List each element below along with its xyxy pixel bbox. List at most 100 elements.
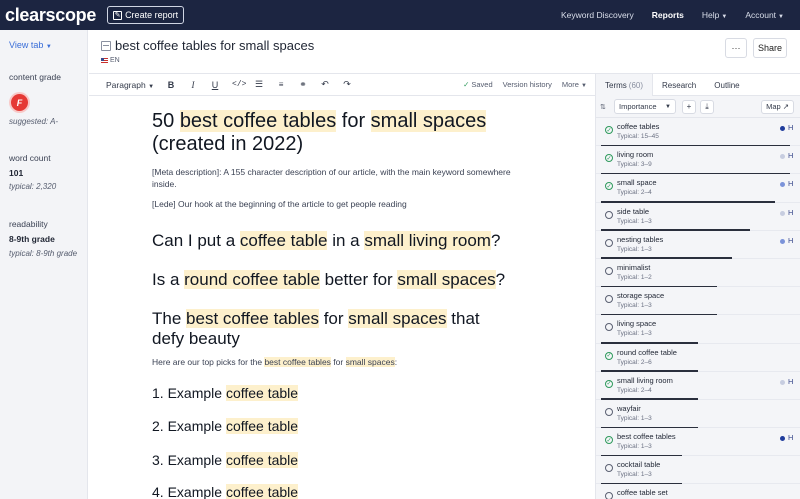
term-row[interactable]: storage space Typical: 1–3 <box>596 287 800 316</box>
term-row[interactable]: living space Typical: 1–3 <box>596 315 800 344</box>
nav-link-reports[interactable]: Reports <box>652 10 684 20</box>
map-label: Map <box>766 102 781 111</box>
chevron-down-icon: ▼ <box>45 44 52 50</box>
term-typical: Typical: 1–2 <box>617 273 652 281</box>
view-tab-toggle[interactable]: View tab ▼ <box>9 40 52 50</box>
empty-circle-icon <box>605 238 613 247</box>
left-sidebar: View tab ▼ content grade F suggested: A-… <box>0 30 88 499</box>
sort-icon[interactable]: ⇅ <box>600 103 610 111</box>
term-row[interactable]: nesting tables Typical: 1–3 H <box>596 231 800 259</box>
paragraph-style-dropdown[interactable]: Paragraph ▼ <box>106 80 154 90</box>
term-row[interactable]: ✓ small space Typical: 2–4 H <box>596 174 800 203</box>
heading-question-2[interactable]: Is a round coffee table better for small… <box>152 270 532 290</box>
term-name: small living room <box>617 375 673 385</box>
importance-dot <box>780 436 785 442</box>
text-span: Is a <box>152 270 185 289</box>
term-row[interactable]: cocktail table Typical: 1–3 <box>596 456 800 485</box>
highlighted-term: coffee table <box>225 418 299 434</box>
heading-question-1[interactable]: Can I put a coffee table in a small livi… <box>152 231 532 251</box>
tab-research[interactable]: Research <box>653 74 705 96</box>
term-name: round coffee table <box>617 347 677 357</box>
nav-link-account[interactable]: Account ▼ <box>745 10 784 20</box>
document-editor[interactable]: 50 best coffee tables for small spaces (… <box>89 96 595 499</box>
term-row[interactable]: minimalist Typical: 1–2 <box>596 259 800 288</box>
terms-count: (60) <box>628 80 644 90</box>
term-name: minimalist <box>617 262 651 272</box>
highlighted-term: coffee table <box>225 484 299 499</box>
word-count-value: 101 <box>9 168 24 178</box>
logo[interactable]: clearscope <box>5 5 96 26</box>
highlighted-term: small living room <box>364 231 491 250</box>
heading-indicator: H <box>788 207 794 217</box>
italic-icon[interactable]: I <box>188 80 198 90</box>
term-row[interactable]: ✓ best coffee tables Typical: 1–3 H <box>596 428 800 457</box>
lede-paragraph[interactable]: [Lede] Our hook at the beginning of the … <box>152 198 512 210</box>
term-row[interactable]: side table Typical: 1–3 H <box>596 203 800 231</box>
suggested-grade: suggested: A- <box>9 117 59 126</box>
empty-circle-icon <box>605 295 613 304</box>
undo-icon[interactable]: ↶ <box>320 79 330 90</box>
importance-dot <box>780 210 785 216</box>
tab-outline[interactable]: Outline <box>705 74 748 96</box>
list-item-4[interactable]: 4. Example coffee table <box>152 484 299 499</box>
term-name: cocktail table <box>617 460 661 470</box>
text-span: 50 <box>152 110 180 132</box>
list-item-2[interactable]: 2. Example coffee table <box>152 418 299 434</box>
list-item-3[interactable]: 3. Example coffee table <box>152 452 299 468</box>
top-picks-paragraph[interactable]: Here are our top picks for the best coff… <box>152 356 512 368</box>
nav-link-keyword-discovery[interactable]: Keyword Discovery <box>561 10 634 20</box>
map-button[interactable]: Map ↗ <box>761 99 794 114</box>
check-circle-icon: ✓ <box>605 182 613 191</box>
bold-icon[interactable]: B <box>166 80 176 90</box>
heading-indicator: H <box>788 376 794 386</box>
term-row[interactable]: ✓ round coffee table Typical: 2–6 <box>596 344 800 372</box>
term-row[interactable]: ✓ coffee tables Typical: 15–45 H <box>596 118 800 147</box>
heading-title[interactable]: 50 best coffee tables for small spaces (… <box>152 110 532 156</box>
numbered-list-icon[interactable]: ≡ <box>276 80 286 89</box>
chevron-down-icon: ▼ <box>721 14 728 20</box>
term-row[interactable]: ✓ living room Typical: 3–9 H <box>596 146 800 175</box>
underline-icon[interactable]: U <box>210 80 220 90</box>
term-row[interactable]: ✓ small living room Typical: 2–4 H <box>596 372 800 400</box>
heading-best-tables[interactable]: The best coffee tables for small spaces … <box>152 309 512 349</box>
redo-icon[interactable]: ↷ <box>342 79 352 90</box>
term-name: nesting tables <box>617 234 664 244</box>
chevron-down-icon: ▼ <box>148 83 155 90</box>
term-typical: Typical: 1–3 <box>617 217 652 225</box>
more-options-button[interactable]: ··· <box>725 38 747 58</box>
nav-link-help[interactable]: Help ▼ <box>702 10 727 20</box>
term-row[interactable]: coffee table set <box>596 484 800 499</box>
code-icon[interactable]: </> <box>232 80 246 89</box>
empty-circle-icon <box>605 407 613 416</box>
importance-dot <box>780 379 785 385</box>
check-circle-icon: ✓ <box>605 379 613 388</box>
bullet-list-icon[interactable]: ☰ <box>254 79 264 90</box>
saved-status: ✓ Saved <box>463 80 493 89</box>
tab-terms[interactable]: Terms (60) <box>596 74 654 96</box>
importance-dot <box>780 126 785 131</box>
list-item-1[interactable]: 1. Example coffee table <box>152 385 299 401</box>
term-name: small space <box>617 178 657 188</box>
highlighted-term: round coffee table <box>184 270 320 289</box>
document-title[interactable]: best coffee tables for small spaces <box>115 38 314 53</box>
term-typical: Typical: 15–45 <box>617 133 659 140</box>
version-history-button[interactable]: Version history <box>503 80 552 89</box>
add-term-button[interactable]: + <box>682 99 696 114</box>
create-report-button[interactable]: ✎ Create report <box>107 6 185 24</box>
more-menu-label: More <box>561 80 579 89</box>
text-span: 2. Example <box>152 418 226 434</box>
link-icon[interactable]: ⚭ <box>298 79 308 90</box>
download-icon[interactable]: ⤓ <box>700 99 714 114</box>
word-count-label: word count <box>9 153 51 163</box>
more-menu-button[interactable]: More ▼ <box>562 80 587 89</box>
term-row[interactable]: wayfair Typical: 1–3 <box>596 400 800 429</box>
share-button[interactable]: Share <box>753 38 787 58</box>
sort-select[interactable]: Importance ▼ <box>614 99 676 114</box>
term-typical: Typical: 2–6 <box>617 358 652 366</box>
text-span: ? <box>490 231 501 250</box>
text-span: in a <box>327 231 365 250</box>
term-name: living room <box>617 150 654 160</box>
meta-description-paragraph[interactable]: [Meta description]: A 155 character desc… <box>152 166 512 190</box>
term-name: best coffee tables <box>617 432 676 442</box>
text-span: Can I put a <box>152 231 240 250</box>
